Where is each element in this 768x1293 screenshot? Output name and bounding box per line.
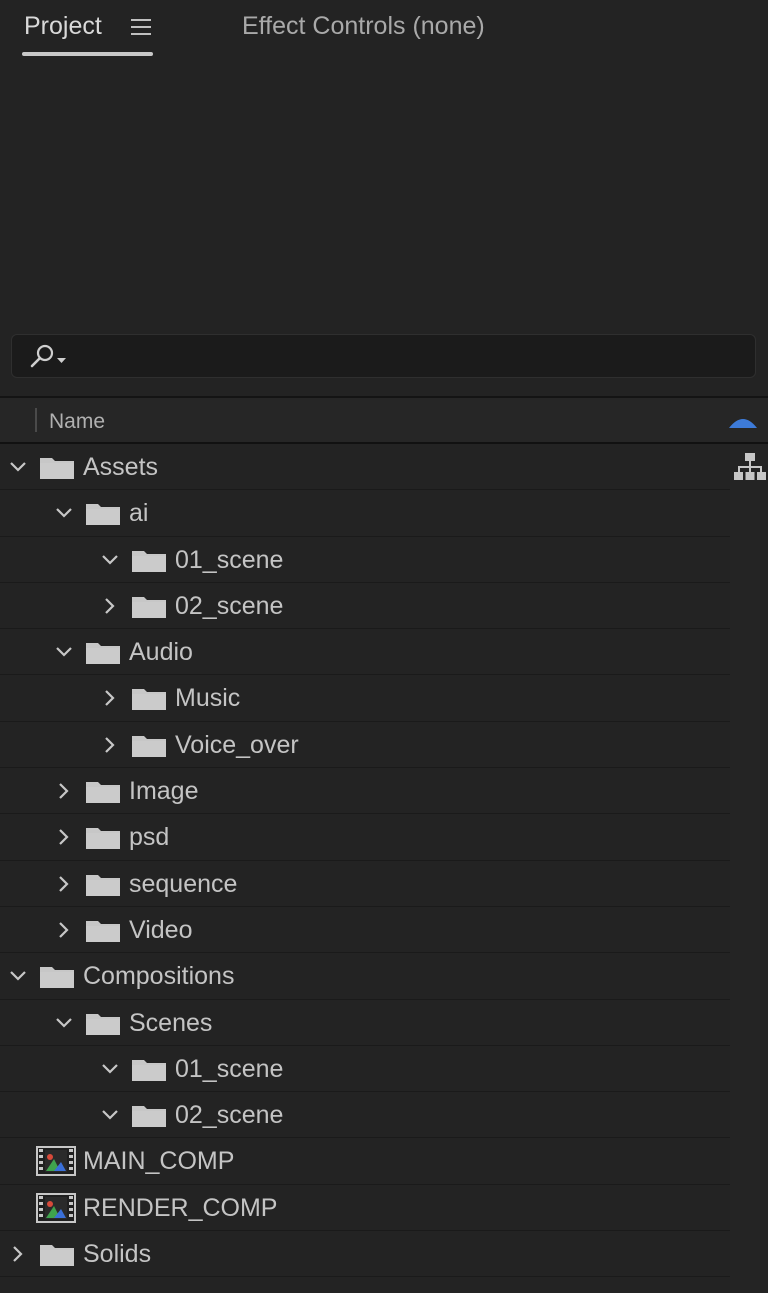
folder-row[interactable]: Voice_over xyxy=(0,722,730,769)
tree-item-label: RENDER_COMP xyxy=(83,1193,278,1222)
folder-icon xyxy=(85,871,121,897)
chevron-right-icon[interactable] xyxy=(100,596,120,616)
tree-item-label: ai xyxy=(129,499,149,528)
folder-icon xyxy=(131,1056,167,1082)
folder-icon xyxy=(39,1241,75,1267)
chevron-right-icon[interactable] xyxy=(100,735,120,755)
folder-icon xyxy=(85,1010,121,1036)
folder-icon xyxy=(131,547,167,573)
folder-row[interactable]: Compositions xyxy=(0,953,730,1000)
chevron-right-icon[interactable] xyxy=(54,781,74,801)
composition-row[interactable]: MAIN_COMP xyxy=(0,1138,730,1185)
chevron-right-icon[interactable] xyxy=(54,920,74,940)
folder-row[interactable]: 02_scene xyxy=(0,583,730,630)
tab-project[interactable]: Project xyxy=(24,12,102,41)
tree-item-label: Compositions xyxy=(83,962,235,991)
folder-row[interactable]: ai xyxy=(0,490,730,537)
chevron-right-icon[interactable] xyxy=(8,1244,28,1264)
chevron-down-icon[interactable] xyxy=(8,457,28,477)
folder-icon xyxy=(39,454,75,480)
tree-item-label: Assets xyxy=(83,453,159,481)
tree-item-label: Solids xyxy=(83,1240,152,1269)
tree-item-label: Video xyxy=(129,915,193,944)
folder-row[interactable]: sequence xyxy=(0,861,730,907)
project-tree: Assets ai 01_scene 02_scene Audio Music Voice_… xyxy=(0,444,730,1278)
folder-row[interactable]: 01_scene xyxy=(0,1046,730,1093)
tree-item-label: sequence xyxy=(129,869,238,898)
flowchart-icon[interactable] xyxy=(733,452,767,484)
folder-row[interactable]: Music xyxy=(0,675,730,722)
folder-icon xyxy=(85,639,121,665)
tree-item-label: 02_scene xyxy=(175,1101,284,1130)
folder-row[interactable]: Audio xyxy=(0,629,730,676)
tree-item-label: 02_scene xyxy=(175,591,284,620)
tree-item-label: Music xyxy=(175,684,241,713)
chevron-right-icon[interactable] xyxy=(54,827,74,847)
folder-row[interactable]: Solids xyxy=(0,1231,730,1278)
tree-item-label: Voice_over xyxy=(175,730,299,759)
folder-row[interactable]: 02_scene xyxy=(0,1092,730,1139)
sort-ascending-icon[interactable] xyxy=(727,414,759,430)
composition-icon xyxy=(36,1192,76,1223)
folder-row[interactable]: psd xyxy=(0,814,730,861)
panel-tab-bar: Project Effect Controls (none) xyxy=(0,0,768,60)
chevron-down-icon[interactable] xyxy=(54,1013,74,1033)
chevron-down-icon[interactable] xyxy=(100,550,120,570)
folder-icon xyxy=(85,824,121,850)
chevron-down-icon[interactable] xyxy=(100,1059,120,1079)
folder-icon xyxy=(131,732,167,758)
column-header-name[interactable]: Name xyxy=(49,410,105,434)
search-input[interactable] xyxy=(11,334,756,378)
folder-icon xyxy=(39,963,75,989)
composition-row[interactable]: RENDER_COMP xyxy=(0,1185,730,1232)
folder-icon xyxy=(85,500,121,526)
folder-icon xyxy=(85,917,121,943)
folder-icon xyxy=(85,778,121,804)
folder-icon xyxy=(131,593,167,619)
folder-row[interactable]: Assets xyxy=(0,444,730,491)
chevron-down-icon[interactable] xyxy=(54,503,74,523)
column-header[interactable] xyxy=(0,398,768,442)
folder-row[interactable]: Image xyxy=(0,768,730,815)
chevron-right-icon[interactable] xyxy=(54,874,74,894)
folder-icon xyxy=(131,685,167,711)
hamburger-icon[interactable] xyxy=(131,19,151,37)
folder-row[interactable]: Video xyxy=(0,907,730,954)
tree-item-label: 01_scene xyxy=(175,1054,284,1083)
active-tab-underline xyxy=(22,52,153,56)
tree-item-label: psd xyxy=(129,823,170,852)
folder-icon xyxy=(131,1102,167,1128)
tree-item-label: 01_scene xyxy=(175,545,284,574)
search-icon[interactable] xyxy=(28,343,68,369)
tab-effect-controls[interactable]: Effect Controls (none) xyxy=(242,12,485,41)
chevron-down-icon[interactable] xyxy=(8,966,28,986)
chevron-down-icon[interactable] xyxy=(54,642,74,662)
tree-item-label: Audio xyxy=(129,638,193,667)
right-scroll-strip xyxy=(730,444,768,1293)
folder-row[interactable]: Scenes xyxy=(0,1000,730,1046)
composition-icon xyxy=(36,1146,76,1177)
tree-item-label: MAIN_COMP xyxy=(83,1147,235,1176)
folder-row[interactable]: 01_scene xyxy=(0,537,730,583)
chevron-down-icon[interactable] xyxy=(100,1105,120,1125)
tree-item-label: Scenes xyxy=(129,1008,213,1037)
chevron-right-icon[interactable] xyxy=(100,688,120,708)
tree-item-label: Image xyxy=(129,777,199,806)
column-resize-handle[interactable] xyxy=(35,408,37,432)
